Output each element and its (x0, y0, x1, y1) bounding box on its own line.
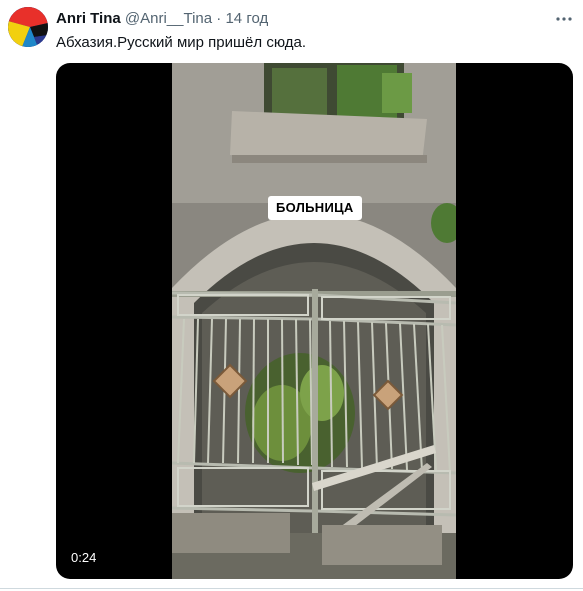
tweet-divider (0, 588, 583, 589)
author-name[interactable]: Anri Tina (56, 10, 121, 27)
video-caption-overlay: БОЛЬНИЦА (268, 196, 362, 220)
more-options-icon[interactable] (553, 8, 575, 30)
tweet-text: Абхазия.Русский мир пришёл сюда. (56, 34, 306, 51)
avatar[interactable] (8, 7, 48, 47)
author-handle[interactable]: @Anri__Tina (125, 10, 212, 27)
timestamp[interactable]: 14 год (225, 10, 268, 27)
separator-dot: · (216, 10, 222, 27)
video-thumbnail[interactable]: БОЛЬНИЦА (172, 63, 456, 579)
video-duration: 0:24 (68, 549, 100, 567)
video-player[interactable]: БОЛЬНИЦА 0:24 (56, 63, 573, 579)
hospital-gate-photo (172, 63, 456, 579)
avatar-image (8, 7, 48, 47)
tweet-header: Anri Tina @Anri__Tina · 14 год (56, 10, 268, 28)
